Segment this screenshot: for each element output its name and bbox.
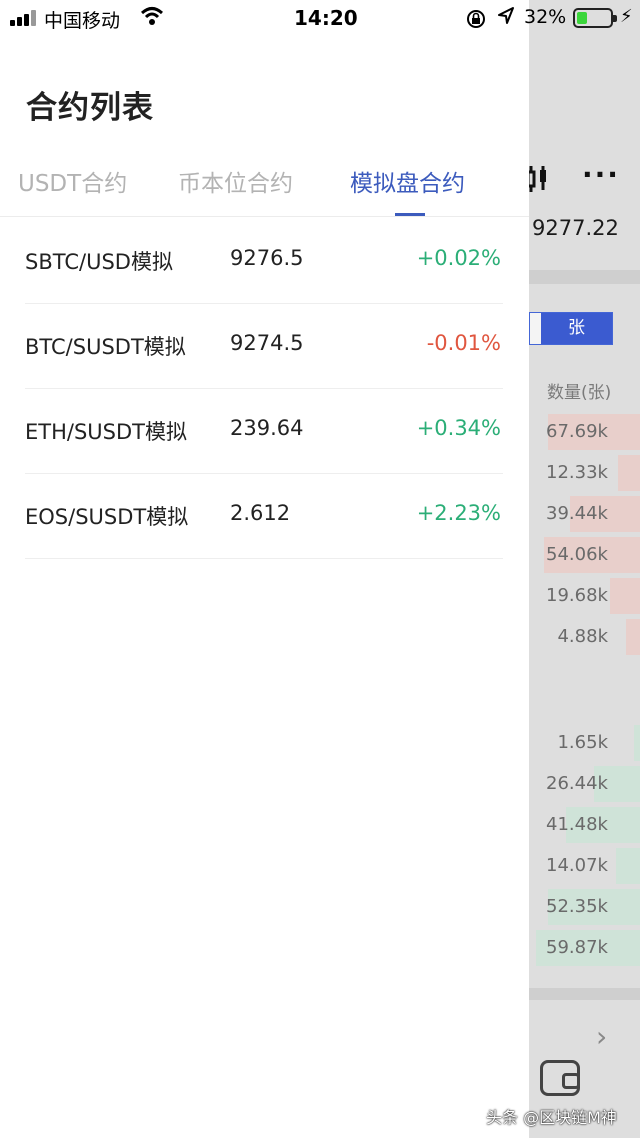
ask-quantity: 12.33k [546, 462, 608, 483]
battery-percentage: 32% [524, 6, 567, 28]
carrier-name: 中国移动 [44, 10, 121, 32]
quantity-header: 数量(张) [547, 383, 612, 403]
ask-row: 19.68k [529, 576, 640, 616]
depth-bar [610, 578, 640, 614]
contract-row[interactable]: EOS/SUSDT模拟 2.612 +2.23% [25, 473, 503, 559]
divider [529, 988, 640, 1000]
bid-row: 52.35k [529, 887, 640, 927]
drawer-title: 合约列表 [26, 90, 154, 126]
depth-bar [626, 619, 640, 655]
wallet-icon[interactable] [540, 1060, 580, 1096]
ask-row: 54.06k [529, 535, 640, 575]
bid-quantity: 59.87k [546, 937, 608, 958]
bid-row: 1.65k [529, 723, 640, 763]
bid-quantity: 14.07k [546, 855, 608, 876]
contract-name: BTC/SUSDT模拟 [25, 335, 186, 359]
location-icon [497, 6, 515, 31]
active-tab-indicator [395, 213, 425, 216]
signal-icon [10, 10, 38, 26]
contract-change: +2.23% [416, 501, 501, 525]
tab-simulated-contract[interactable]: 模拟盘合约 [350, 164, 465, 198]
contract-name: EOS/SUSDT模拟 [25, 505, 189, 529]
orientation-lock-icon [465, 8, 487, 35]
bid-row: 41.48k [529, 805, 640, 845]
contract-row[interactable]: BTC/SUSDT模拟 9274.5 -0.01% [25, 303, 503, 389]
last-price: 9277.22 [532, 216, 619, 240]
bid-row: 14.07k [529, 846, 640, 886]
clock: 14:20 [294, 6, 358, 30]
bid-row: 26.44k [529, 764, 640, 804]
bid-quantity: 1.65k [557, 732, 608, 753]
tab-coin-margined-contract[interactable]: 币本位合约 [178, 164, 293, 198]
contract-name: SBTC/USD模拟 [25, 250, 173, 274]
contract-price: 2.612 [230, 501, 291, 525]
ask-quantity: 19.68k [546, 585, 608, 606]
contract-price: 9276.5 [230, 246, 304, 270]
ask-row: 4.88k [529, 617, 640, 657]
unit-toggle-selected[interactable]: 张 [541, 313, 612, 344]
status-bar: 中国移动 14:20 32% ⚡ [0, 0, 640, 36]
bid-quantity: 52.35k [546, 896, 608, 917]
ask-quantity: 67.69k [546, 421, 608, 442]
contract-row[interactable]: SBTC/USD模拟 9276.5 +0.02% [25, 218, 503, 304]
contract-type-tabs: USDT合约 币本位合约 模拟盘合约 [0, 160, 529, 217]
contract-change: +0.02% [416, 246, 501, 270]
battery-icon [573, 8, 617, 28]
bid-quantity: 26.44k [546, 773, 608, 794]
contract-change: -0.01% [426, 331, 501, 355]
ask-row: 12.33k [529, 453, 640, 493]
bid-row: 59.87k [529, 928, 640, 968]
watermark: 头条 @区块链M神 [486, 1108, 617, 1127]
contract-name: ETH/SUSDT模拟 [25, 420, 187, 444]
ask-row: 39.44k [529, 494, 640, 534]
ask-quantity: 4.88k [557, 626, 608, 647]
depth-bar [616, 848, 640, 884]
divider [529, 270, 640, 284]
more-icon[interactable]: ··· [582, 158, 620, 191]
ask-row: 67.69k [529, 412, 640, 452]
contract-price: 9274.5 [230, 331, 304, 355]
unit-toggle[interactable]: 张 [529, 312, 613, 345]
depth-bar [634, 725, 640, 761]
depth-bar [618, 455, 640, 491]
chevron-right-icon[interactable]: › [596, 1020, 607, 1053]
ask-quantity: 54.06k [546, 544, 608, 565]
tab-usdt-contract[interactable]: USDT合约 [18, 164, 127, 198]
charging-icon: ⚡ [620, 6, 633, 27]
contract-list-drawer: 合约列表 USDT合约 币本位合约 模拟盘合约 SBTC/USD模拟 9276.… [0, 0, 529, 1138]
bid-quantity: 41.48k [546, 814, 608, 835]
wifi-icon [140, 6, 164, 31]
contract-price: 239.64 [230, 416, 304, 440]
contract-change: +0.34% [416, 416, 501, 440]
ask-quantity: 39.44k [546, 503, 608, 524]
contract-row[interactable]: ETH/SUSDT模拟 239.64 +0.34% [25, 388, 503, 474]
